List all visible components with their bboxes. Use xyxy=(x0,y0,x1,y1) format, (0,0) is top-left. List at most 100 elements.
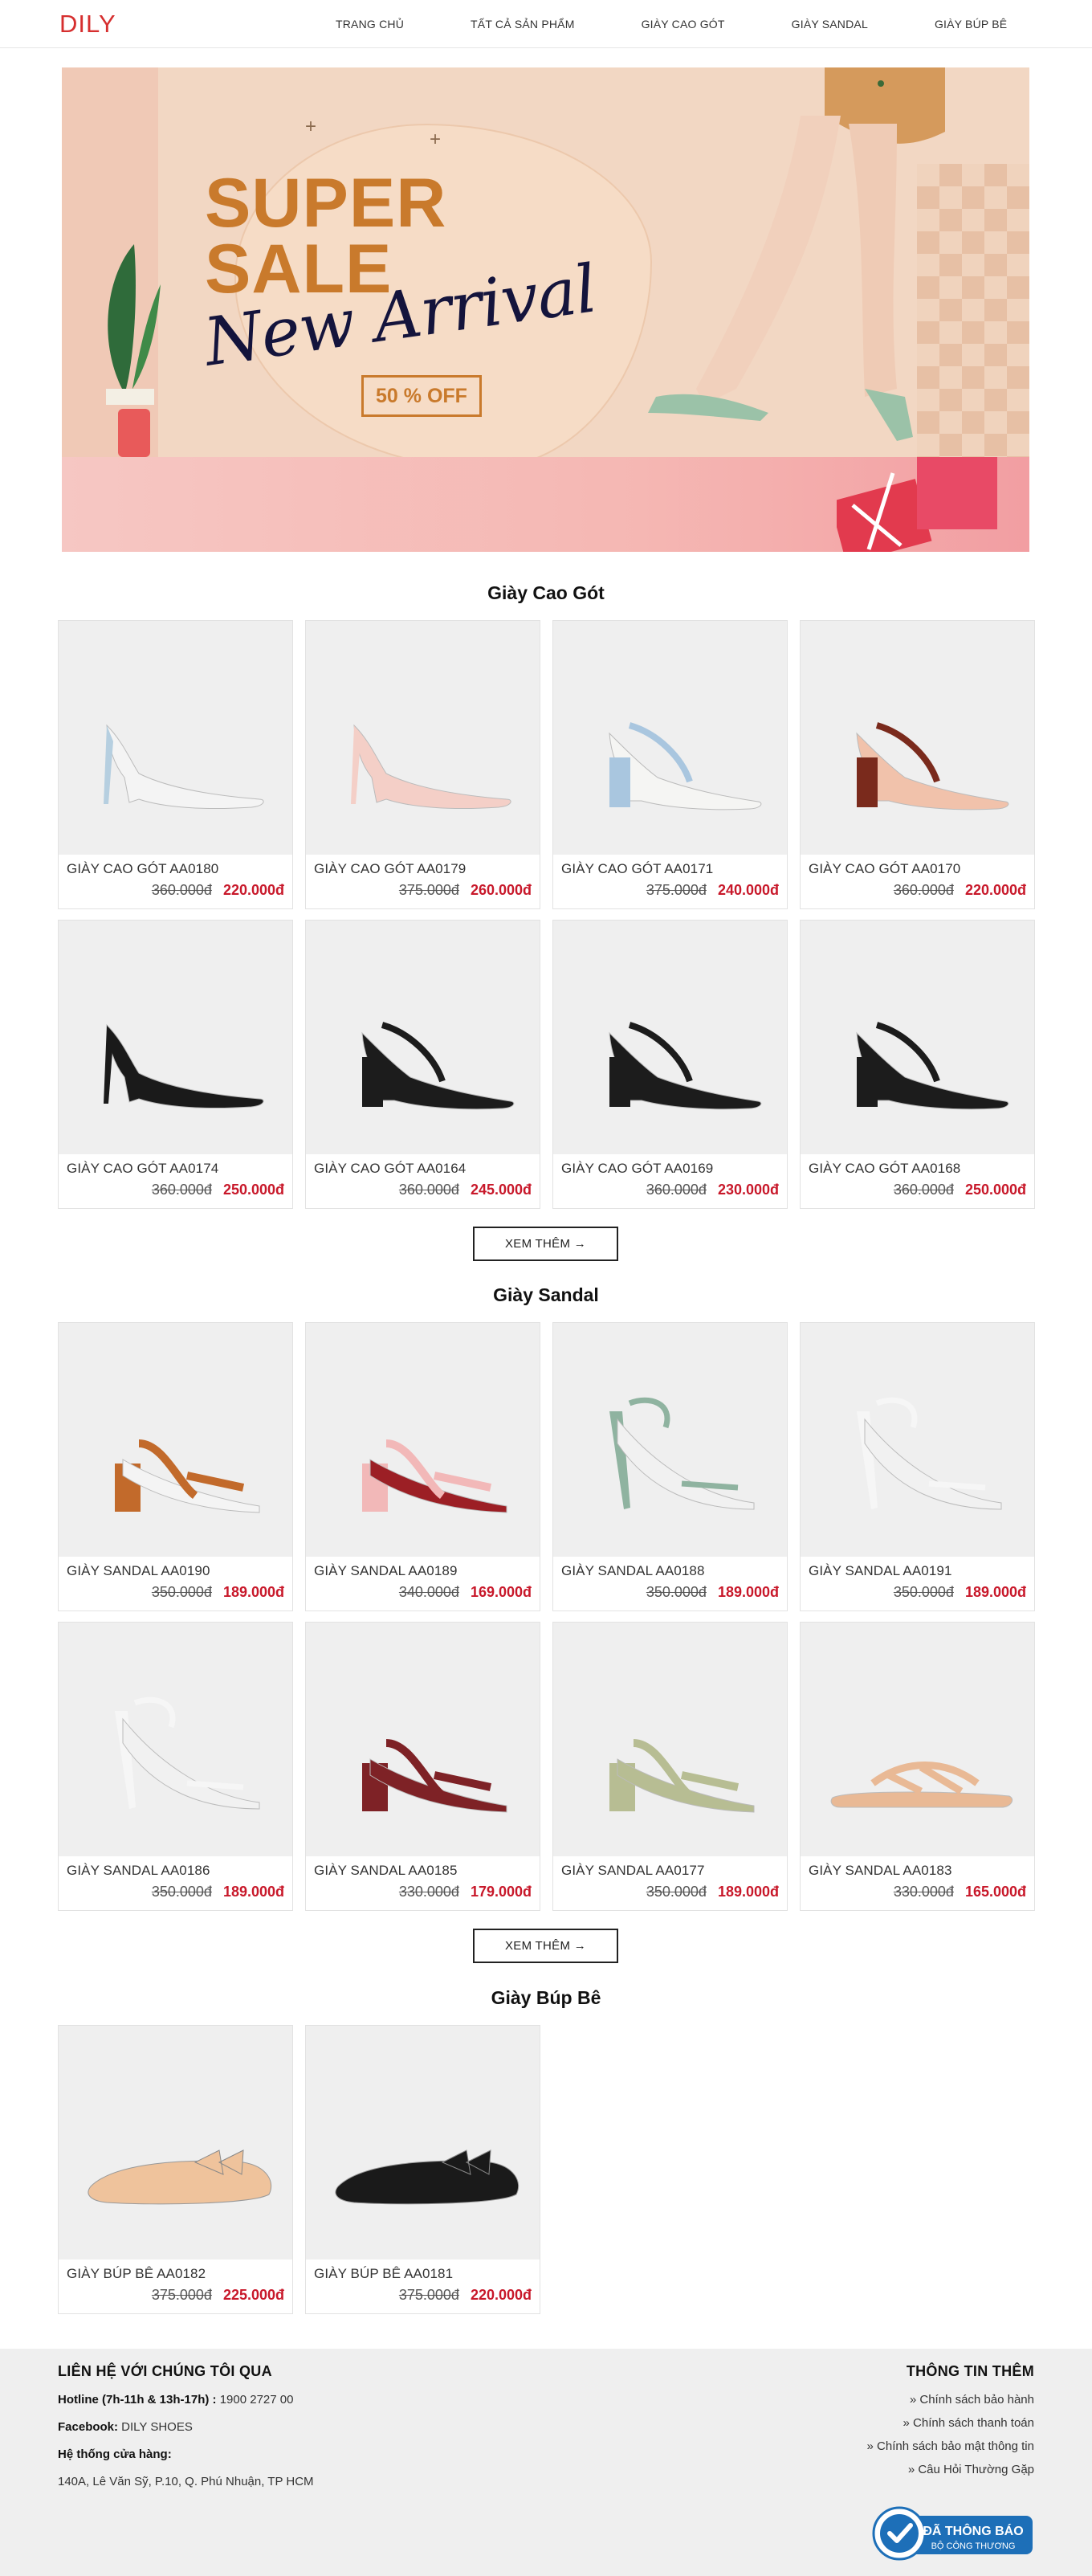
original-price: 330.000đ xyxy=(398,1884,459,1900)
product-name[interactable]: GIÀY CAO GÓT AA0164 xyxy=(314,1161,466,1177)
product-thumbnail[interactable] xyxy=(59,621,292,855)
product-name[interactable]: GIÀY SANDAL AA0183 xyxy=(809,1863,952,1879)
product-name[interactable]: GIÀY SANDAL AA0188 xyxy=(561,1563,705,1579)
product-thumbnail[interactable] xyxy=(59,1323,292,1557)
product-card[interactable]: GIÀY CAO GÓT AA0179 375.000đ 260.000đ xyxy=(305,620,540,909)
product-card[interactable]: GIÀY CAO GÓT AA0171 375.000đ 240.000đ xyxy=(552,620,788,909)
store-address: 140A, Lê Văn Sỹ, P.10, Q. Phú Nhuận, TP … xyxy=(58,2475,314,2488)
hotline-number[interactable]: 1900 2727 00 xyxy=(217,2393,294,2407)
product-name[interactable]: GIÀY CAO GÓT AA0169 xyxy=(561,1161,713,1177)
product-thumbnail[interactable] xyxy=(306,2026,540,2260)
product-thumbnail[interactable] xyxy=(801,1323,1034,1557)
original-price: 375.000đ xyxy=(398,882,459,898)
product-name[interactable]: GIÀY CAO GÓT AA0180 xyxy=(67,861,218,877)
product-name[interactable]: GIÀY SANDAL AA0191 xyxy=(809,1563,952,1579)
product-thumbnail[interactable] xyxy=(306,921,540,1154)
product-card[interactable]: GIÀY SANDAL AA0186 350.000đ 189.000đ xyxy=(58,1622,293,1911)
product-card[interactable]: GIÀY CAO GÓT AA0169 360.000đ 230.000đ xyxy=(552,920,788,1209)
logo[interactable]: DILY xyxy=(59,10,116,39)
product-image[interactable] xyxy=(801,621,1034,855)
product-name[interactable]: GIÀY CAO GÓT AA0179 xyxy=(314,861,466,877)
product-card[interactable]: GIÀY CAO GÓT AA0164 360.000đ 245.000đ xyxy=(305,920,540,1209)
original-price: 360.000đ xyxy=(646,1182,707,1198)
product-image[interactable] xyxy=(553,921,787,1154)
product-image[interactable] xyxy=(59,921,292,1154)
sale-price: 220.000đ xyxy=(470,2287,532,2303)
product-image[interactable] xyxy=(59,1323,292,1557)
nav-sandals[interactable]: GIÀY SANDAL xyxy=(792,18,868,31)
product-image[interactable] xyxy=(801,921,1034,1154)
product-thumbnail[interactable] xyxy=(553,1323,787,1557)
product-image[interactable] xyxy=(553,1323,787,1557)
discount-badge: 50 % OFF xyxy=(361,375,482,417)
product-image[interactable] xyxy=(306,1323,540,1557)
product-card[interactable]: GIÀY SANDAL AA0190 350.000đ 189.000đ xyxy=(58,1322,293,1611)
product-thumbnail[interactable] xyxy=(801,621,1034,855)
product-name[interactable]: GIÀY BÚP BÊ AA0181 xyxy=(314,2266,453,2282)
product-name[interactable]: GIÀY SANDAL AA0185 xyxy=(314,1863,458,1879)
product-card[interactable]: GIÀY SANDAL AA0189 340.000đ 169.000đ xyxy=(305,1322,540,1611)
product-card[interactable]: GIÀY SANDAL AA0188 350.000đ 189.000đ xyxy=(552,1322,788,1611)
nav-flats[interactable]: GIÀY BÚP BÊ xyxy=(935,18,1007,31)
product-card[interactable]: GIÀY SANDAL AA0177 350.000đ 189.000đ xyxy=(552,1622,788,1911)
product-name[interactable]: GIÀY CAO GÓT AA0174 xyxy=(67,1161,218,1177)
product-prices: 350.000đ 189.000đ xyxy=(894,1584,1026,1601)
link-privacy-policy[interactable]: » Chính sách bảo mật thông tin xyxy=(867,2439,1034,2453)
product-thumbnail[interactable] xyxy=(306,1623,540,1856)
product-image[interactable] xyxy=(553,1623,787,1856)
sale-price: 169.000đ xyxy=(470,1584,532,1600)
product-card[interactable]: GIÀY CAO GÓT AA0168 360.000đ 250.000đ xyxy=(800,920,1035,1209)
product-thumbnail[interactable] xyxy=(801,921,1034,1154)
product-image[interactable] xyxy=(306,1623,540,1856)
nav-high-heels[interactable]: GIÀY CAO GÓT xyxy=(642,18,725,31)
product-card[interactable]: GIÀY SANDAL AA0191 350.000đ 189.000đ xyxy=(800,1322,1035,1611)
link-payment-policy[interactable]: » Chính sách thanh toán xyxy=(867,2416,1034,2430)
product-name[interactable]: GIÀY CAO GÓT AA0170 xyxy=(809,861,960,877)
product-card[interactable]: GIÀY CAO GÓT AA0170 360.000đ 220.000đ xyxy=(800,620,1035,909)
product-name[interactable]: GIÀY SANDAL AA0186 xyxy=(67,1863,210,1879)
product-image[interactable] xyxy=(59,2026,292,2260)
original-price: 360.000đ xyxy=(151,882,212,898)
product-name[interactable]: GIÀY SANDAL AA0189 xyxy=(314,1563,458,1579)
product-thumbnail[interactable] xyxy=(306,621,540,855)
product-card[interactable]: GIÀY BÚP BÊ AA0182 375.000đ 225.000đ xyxy=(58,2025,293,2314)
product-thumbnail[interactable] xyxy=(801,1623,1034,1856)
product-card[interactable]: GIÀY SANDAL AA0183 330.000đ 165.000đ xyxy=(800,1622,1035,1911)
product-name[interactable]: GIÀY CAO GÓT AA0171 xyxy=(561,861,713,877)
see-more-button[interactable]: XEM THÊM → xyxy=(473,1929,618,1963)
product-thumbnail[interactable] xyxy=(553,621,787,855)
site-footer: LIÊN HỆ VỚI CHÚNG TÔI QUA Hotline (7h-11… xyxy=(0,2349,1092,2576)
product-image[interactable] xyxy=(59,621,292,855)
sale-price: 260.000đ xyxy=(470,882,532,898)
product-image[interactable] xyxy=(59,1623,292,1856)
facebook-link[interactable]: DILY SHOES xyxy=(118,2420,193,2434)
nav-all-products[interactable]: TẤT CẢ SẢN PHẨM xyxy=(471,18,575,31)
product-thumbnail[interactable] xyxy=(59,2026,292,2260)
nav-home[interactable]: TRANG CHỦ xyxy=(336,18,404,31)
product-name[interactable]: GIÀY SANDAL AA0177 xyxy=(561,1863,705,1879)
product-prices: 375.000đ 225.000đ xyxy=(152,2287,284,2304)
product-image[interactable] xyxy=(801,1623,1034,1856)
product-card[interactable]: GIÀY SANDAL AA0185 330.000đ 179.000đ xyxy=(305,1622,540,1911)
product-thumbnail[interactable] xyxy=(306,1323,540,1557)
product-image[interactable] xyxy=(306,2026,540,2260)
product-image[interactable] xyxy=(801,1323,1034,1557)
product-name[interactable]: GIÀY BÚP BÊ AA0182 xyxy=(67,2266,206,2282)
see-more-button[interactable]: XEM THÊM → xyxy=(473,1227,618,1261)
product-card[interactable]: GIÀY CAO GÓT AA0174 360.000đ 250.000đ xyxy=(58,920,293,1209)
product-image[interactable] xyxy=(306,921,540,1154)
link-faq[interactable]: » Câu Hỏi Thường Gặp xyxy=(867,2463,1034,2476)
registered-badge[interactable]: ĐÃ THÔNG BÁO BỘ CÔNG THƯƠNG xyxy=(872,2506,1034,2561)
hero-banner[interactable]: SUPER SALE New Arrival 50 % OFF + + xyxy=(62,67,1029,552)
product-card[interactable]: GIÀY CAO GÓT AA0180 360.000đ 220.000đ xyxy=(58,620,293,909)
product-thumbnail[interactable] xyxy=(553,1623,787,1856)
product-thumbnail[interactable] xyxy=(59,1623,292,1856)
product-image[interactable] xyxy=(553,621,787,855)
product-thumbnail[interactable] xyxy=(59,921,292,1154)
product-name[interactable]: GIÀY SANDAL AA0190 xyxy=(67,1563,210,1579)
product-name[interactable]: GIÀY CAO GÓT AA0168 xyxy=(809,1161,960,1177)
link-warranty-policy[interactable]: » Chính sách bảo hành xyxy=(867,2393,1034,2407)
product-thumbnail[interactable] xyxy=(553,921,787,1154)
product-image[interactable] xyxy=(306,621,540,855)
product-card[interactable]: GIÀY BÚP BÊ AA0181 375.000đ 220.000đ xyxy=(305,2025,540,2314)
